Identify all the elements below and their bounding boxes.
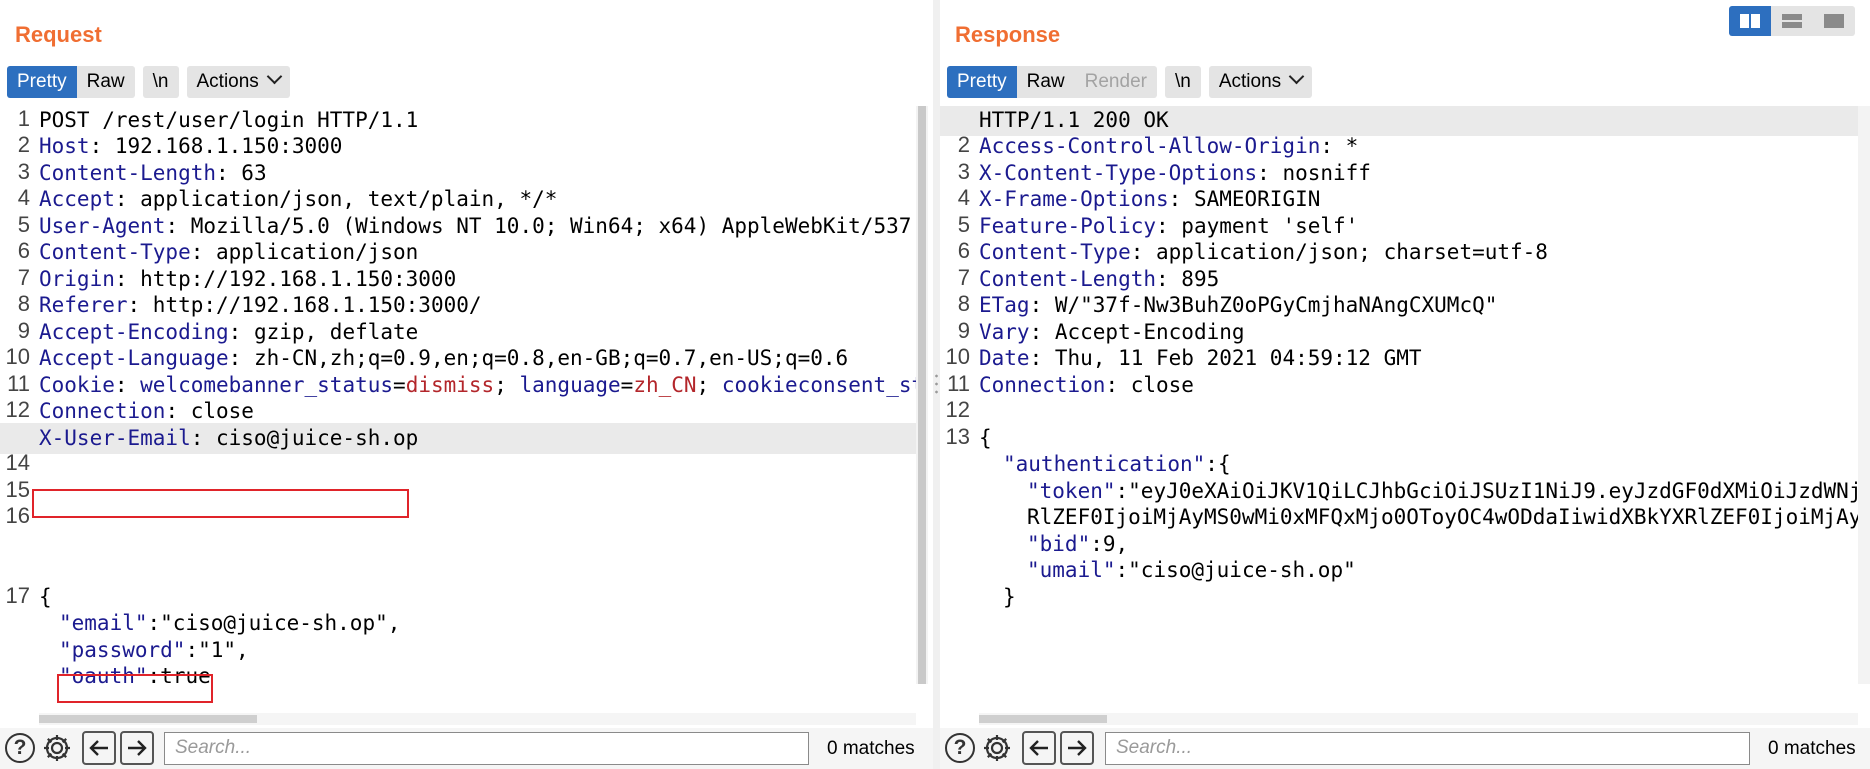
- request-actions-label: Actions: [196, 71, 259, 92]
- single-pane-icon: [1824, 14, 1844, 28]
- split-vertical-button[interactable]: [1771, 6, 1813, 36]
- request-toolbar: Pretty Raw \n Actions: [7, 66, 290, 98]
- request-code: POST /rest/user/login HTTP/1.1 Host: 192…: [0, 106, 916, 708]
- gear-icon: [984, 735, 1010, 761]
- request-match-count: 0 matches: [827, 738, 915, 759]
- drag-handle-icon[interactable]: [935, 372, 938, 398]
- response-line: Connection: close: [979, 373, 1194, 397]
- chevron-down-icon: [266, 68, 283, 85]
- split-horizontal-button[interactable]: [1729, 6, 1771, 36]
- line-number: 5: [957, 212, 970, 237]
- chevron-down-icon: [1288, 68, 1305, 85]
- line-number: 12: [945, 397, 970, 422]
- response-title: Response: [955, 22, 1061, 47]
- line-number: 9: [957, 318, 970, 343]
- pane-divider[interactable]: [933, 0, 940, 769]
- request-vertical-scrollbar[interactable]: [916, 106, 928, 684]
- single-pane-button[interactable]: [1813, 6, 1855, 36]
- response-pane: Response Pretty Raw Render \n Actions 1 …: [940, 0, 1870, 769]
- line-number: 6: [17, 238, 30, 263]
- response-horizontal-scrollbar[interactable]: [979, 713, 1858, 725]
- arrow-right-icon: [1068, 740, 1087, 756]
- line-number: 15: [5, 477, 30, 502]
- help-icon: ?: [5, 733, 35, 763]
- request-view-tabs: Pretty Raw: [7, 66, 135, 98]
- previous-match-button[interactable]: [1022, 731, 1056, 765]
- line-number: 8: [957, 291, 970, 316]
- line-number: 10: [945, 344, 970, 369]
- scrollbar-thumb[interactable]: [918, 106, 926, 684]
- response-body-line: }: [1003, 585, 1016, 609]
- response-editor[interactable]: 1 2 3 4 5 6 7 8 9 10 11 12 13 HTTP/1.1 2…: [940, 106, 1858, 708]
- request-actions-menu[interactable]: Actions: [186, 66, 290, 98]
- arrow-left-icon: [1029, 740, 1048, 756]
- response-tab-pretty[interactable]: Pretty: [947, 66, 1017, 98]
- help-button[interactable]: ?: [3, 731, 37, 765]
- split-vertical-icon: [1782, 14, 1802, 28]
- line-number: 11: [7, 371, 30, 396]
- line-number: 5: [17, 212, 30, 237]
- line-number: 2: [17, 132, 30, 157]
- scrollbar-thumb[interactable]: [979, 715, 1107, 723]
- response-code: HTTP/1.1 200 OK Access-Control-Allow-Ori…: [940, 106, 1858, 708]
- request-title: Request: [15, 22, 102, 47]
- request-horizontal-scrollbar[interactable]: [39, 713, 916, 725]
- line-number: 16: [5, 503, 30, 528]
- line-number: 9: [17, 318, 30, 343]
- gear-icon: [44, 735, 70, 761]
- response-search-input[interactable]: Search...: [1105, 732, 1750, 765]
- line-number: 4: [17, 185, 30, 210]
- line-number: 17: [5, 583, 30, 608]
- line-number: 4: [957, 185, 970, 210]
- response-actions-menu[interactable]: Actions: [1208, 66, 1313, 98]
- settings-button[interactable]: [40, 731, 74, 765]
- arrow-right-icon: [128, 740, 147, 756]
- split-horizontal-icon: [1740, 14, 1760, 28]
- response-actions-label: Actions: [1218, 71, 1282, 92]
- help-icon: ?: [945, 733, 975, 763]
- response-toolbar: Pretty Raw Render \n Actions: [947, 66, 1313, 98]
- response-newline-toggle[interactable]: \n: [1164, 66, 1201, 98]
- next-match-button[interactable]: [120, 731, 154, 765]
- line-number: 1: [17, 106, 30, 131]
- request-search-bar: ? Search... 0 matches: [0, 728, 933, 769]
- previous-match-button[interactable]: [82, 731, 116, 765]
- response-tab-render[interactable]: Render: [1074, 66, 1157, 98]
- line-number: 11: [947, 371, 970, 396]
- line-number: 10: [5, 344, 30, 369]
- arrow-left-icon: [89, 740, 108, 756]
- line-number: 6: [957, 238, 970, 263]
- request-body-line: "oauth":true: [59, 664, 211, 688]
- response-vertical-scrollbar[interactable]: [1858, 106, 1870, 684]
- request-line-highlighted: X-User-Email: ciso@juice-sh.op: [0, 423, 916, 454]
- request-newline-toggle[interactable]: \n: [142, 66, 179, 98]
- request-pane: Request Pretty Raw \n Actions 1 2 3 4 5 …: [0, 0, 933, 769]
- response-match-count: 0 matches: [1768, 738, 1856, 759]
- settings-button[interactable]: [980, 731, 1014, 765]
- request-editor[interactable]: 1 2 3 4 5 6 7 8 9 10 11 12 13 14 15 16 1…: [0, 106, 916, 708]
- line-number: 3: [957, 159, 970, 184]
- line-number: 3: [17, 159, 30, 184]
- request-line-numbers: 1 2 3 4 5 6 7 8 9 10 11 12 13 14 15 16 1…: [0, 106, 32, 708]
- scrollbar-thumb[interactable]: [39, 715, 257, 723]
- request-tab-pretty[interactable]: Pretty: [7, 66, 77, 98]
- request-search-input[interactable]: Search...: [164, 732, 809, 765]
- line-number: 8: [17, 291, 30, 316]
- response-tab-raw[interactable]: Raw: [1016, 66, 1075, 98]
- response-line-numbers: 1 2 3 4 5 6 7 8 9 10 11 12 13: [940, 106, 972, 708]
- line-number: 7: [957, 265, 970, 290]
- line-number: 12: [5, 397, 30, 422]
- response-search-bar: ? Search... 0 matches: [940, 728, 1870, 769]
- request-tab-raw[interactable]: Raw: [76, 66, 135, 98]
- response-view-tabs: Pretty Raw Render: [947, 66, 1157, 98]
- line-number: 7: [17, 265, 30, 290]
- help-button[interactable]: ?: [943, 731, 977, 765]
- line-number: 13: [945, 424, 970, 449]
- next-match-button[interactable]: [1060, 731, 1094, 765]
- layout-mode-toggle: [1729, 6, 1855, 36]
